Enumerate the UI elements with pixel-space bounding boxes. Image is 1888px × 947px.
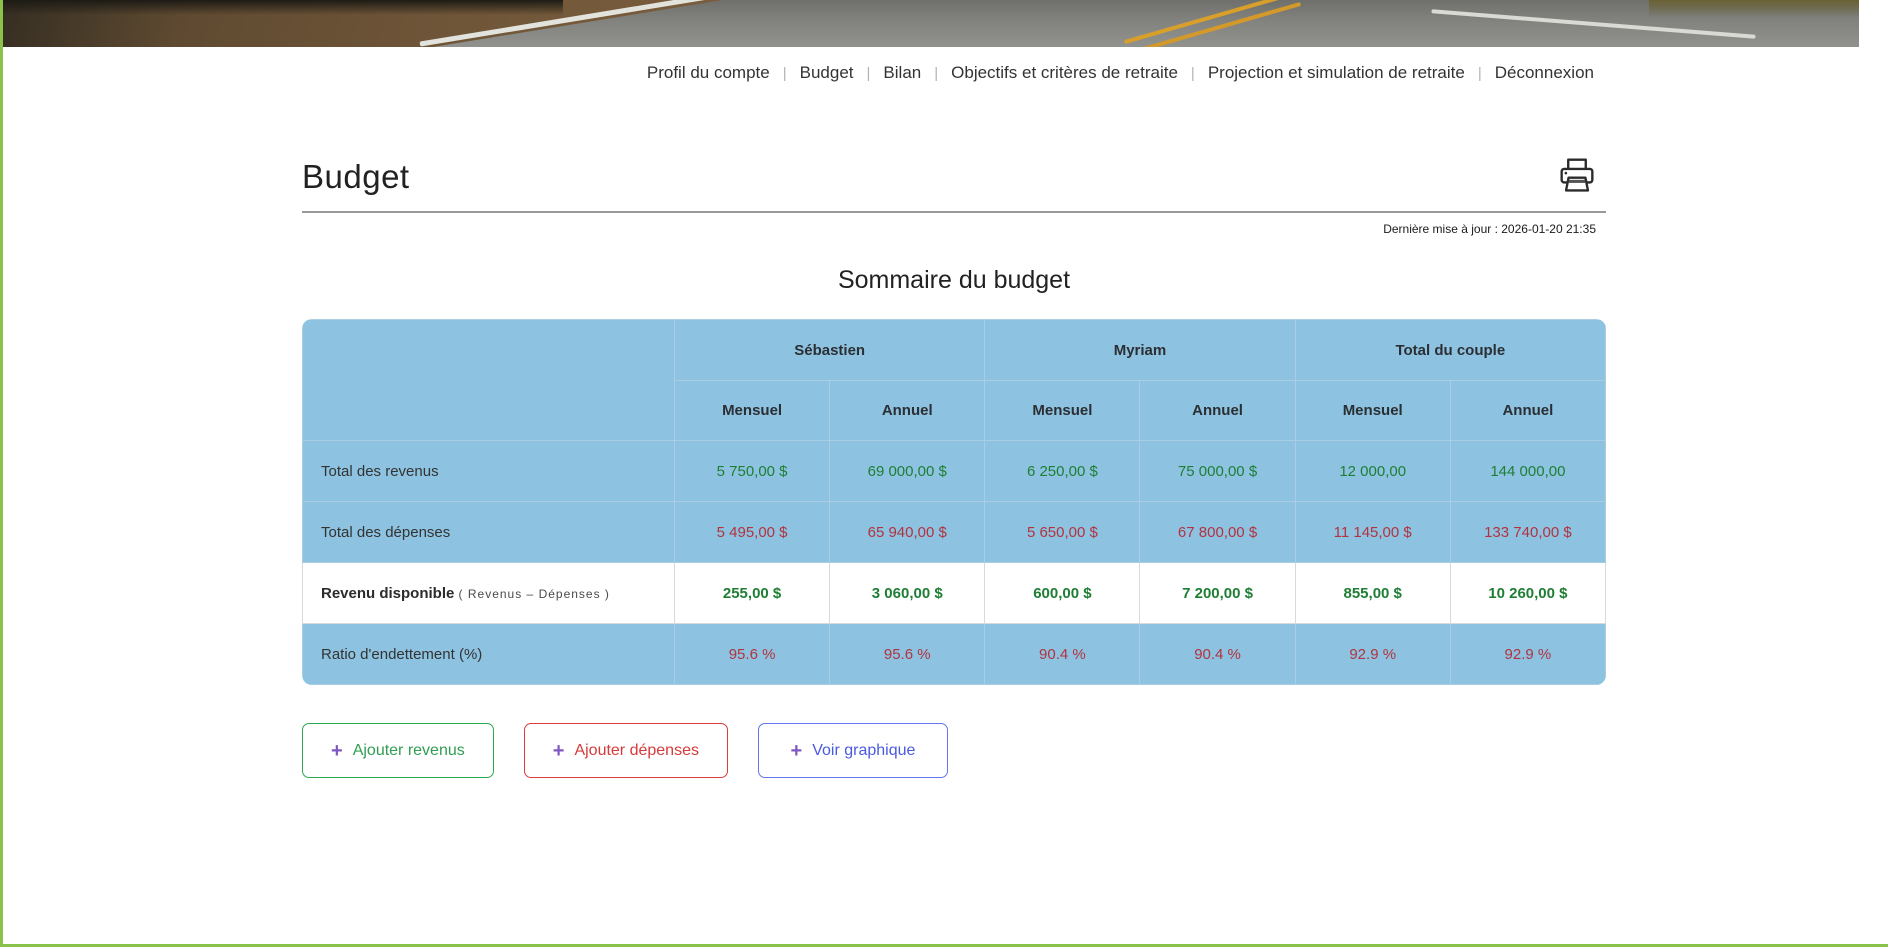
- ajouter-depenses-label: Ajouter dépenses: [574, 742, 699, 760]
- table-row-total-revenus: Total des revenus 5 750,00 $ 69 000,00 $…: [303, 441, 1606, 502]
- group-header-total-couple: Total du couple: [1295, 320, 1605, 381]
- value-cell: 11 145,00 $: [1295, 502, 1450, 563]
- ajouter-revenus-button[interactable]: + Ajouter revenus: [302, 723, 494, 778]
- page-title: Budget: [302, 155, 1606, 199]
- subheader-annuel: Annuel: [830, 381, 985, 441]
- value-cell: 69 000,00 $: [830, 441, 985, 502]
- table-corner-cell: [303, 320, 675, 441]
- banner-yellow-line: [1124, 0, 1293, 44]
- voir-graphique-button[interactable]: + Voir graphique: [758, 723, 948, 778]
- ajouter-depenses-button[interactable]: + Ajouter dépenses: [524, 723, 728, 778]
- printer-icon: [1555, 155, 1599, 197]
- value-cell: 5 495,00 $: [675, 502, 830, 563]
- plus-icon: +: [791, 741, 803, 761]
- table-row-ratio-endettement: Ratio d'endettement (%) 95.6 % 95.6 % 90…: [303, 624, 1606, 685]
- value-cell: 5 650,00 $: [985, 502, 1140, 563]
- value-cell: 3 060,00 $: [830, 563, 985, 624]
- voir-graphique-label: Voir graphique: [812, 742, 915, 760]
- value-cell: 600,00 $: [985, 563, 1140, 624]
- nav-item-profil[interactable]: Profil du compte: [634, 63, 783, 82]
- row-label: Total des revenus: [303, 441, 675, 502]
- value-cell: 95.6 %: [830, 624, 985, 685]
- summary-heading: Sommaire du budget: [302, 266, 1606, 295]
- value-cell: 65 940,00 $: [830, 502, 985, 563]
- nav-item-objectifs[interactable]: Objectifs et critères de retraite: [938, 63, 1191, 82]
- subheader-mensuel: Mensuel: [1295, 381, 1450, 441]
- nav-item-bilan[interactable]: Bilan: [870, 63, 934, 82]
- value-cell: 144 000,00: [1450, 441, 1605, 502]
- banner-yellow-line: [1132, 2, 1301, 47]
- value-cell: 95.6 %: [675, 624, 830, 685]
- ajouter-revenus-label: Ajouter revenus: [353, 742, 465, 760]
- page-frame: Profil du compte|Budget|Bilan|Objectifs …: [0, 0, 1888, 947]
- plus-icon: +: [331, 741, 343, 761]
- nav-item-deconnexion[interactable]: Déconnexion: [1482, 63, 1607, 82]
- value-cell: 67 800,00 $: [1140, 502, 1295, 563]
- group-header-myriam: Myriam: [985, 320, 1295, 381]
- value-cell: 255,00 $: [675, 563, 830, 624]
- row-label: Revenu disponible ( Revenus – Dépenses ): [303, 563, 675, 624]
- value-cell: 5 750,00 $: [675, 441, 830, 502]
- last-update-text: Dernière mise à jour : 2026-01-20 21:35: [302, 222, 1606, 236]
- nav-item-projection[interactable]: Projection et simulation de retraite: [1195, 63, 1478, 82]
- banner-grass: [1649, 0, 1859, 17]
- value-cell: 133 740,00 $: [1450, 502, 1605, 563]
- value-cell: 92.9 %: [1450, 624, 1605, 685]
- table-row-total-depenses: Total des dépenses 5 495,00 $ 65 940,00 …: [303, 502, 1606, 563]
- value-cell: 6 250,00 $: [985, 441, 1140, 502]
- road-photo-banner: [3, 0, 1859, 47]
- budget-summary-table: Sébastien Myriam Total du couple Mensuel…: [302, 319, 1606, 685]
- value-cell: 855,00 $: [1295, 563, 1450, 624]
- table-row-revenu-disponible: Revenu disponible ( Revenus – Dépenses )…: [303, 563, 1606, 624]
- plus-icon: +: [553, 741, 565, 761]
- row-label: Ratio d'endettement (%): [303, 624, 675, 685]
- value-cell: 75 000,00 $: [1140, 441, 1295, 502]
- print-button[interactable]: [1554, 155, 1600, 199]
- subheader-annuel: Annuel: [1140, 381, 1295, 441]
- subheader-mensuel: Mensuel: [985, 381, 1140, 441]
- value-cell: 92.9 %: [1295, 624, 1450, 685]
- table-group-header-row: Sébastien Myriam Total du couple: [303, 320, 1606, 381]
- title-row: Budget: [302, 155, 1606, 199]
- value-cell: 12 000,00: [1295, 441, 1450, 502]
- row-label-note: ( Revenus – Dépenses ): [459, 587, 610, 601]
- value-cell: 90.4 %: [1140, 624, 1295, 685]
- nav-item-budget[interactable]: Budget: [787, 63, 867, 82]
- value-cell: 90.4 %: [985, 624, 1140, 685]
- subheader-annuel: Annuel: [1450, 381, 1605, 441]
- action-buttons-row: + Ajouter revenus + Ajouter dépenses + V…: [302, 723, 1606, 778]
- value-cell: 7 200,00 $: [1140, 563, 1295, 624]
- main-nav: Profil du compte|Budget|Bilan|Objectifs …: [3, 47, 1888, 95]
- content-area: Budget Dernière mise à jour : 2026-01-20…: [302, 155, 1606, 778]
- banner-trees: [3, 0, 563, 15]
- row-label: Total des dépenses: [303, 502, 675, 563]
- value-cell: 10 260,00 $: [1450, 563, 1605, 624]
- subheader-mensuel: Mensuel: [675, 381, 830, 441]
- group-header-sebastien: Sébastien: [675, 320, 985, 381]
- title-divider: [302, 211, 1606, 213]
